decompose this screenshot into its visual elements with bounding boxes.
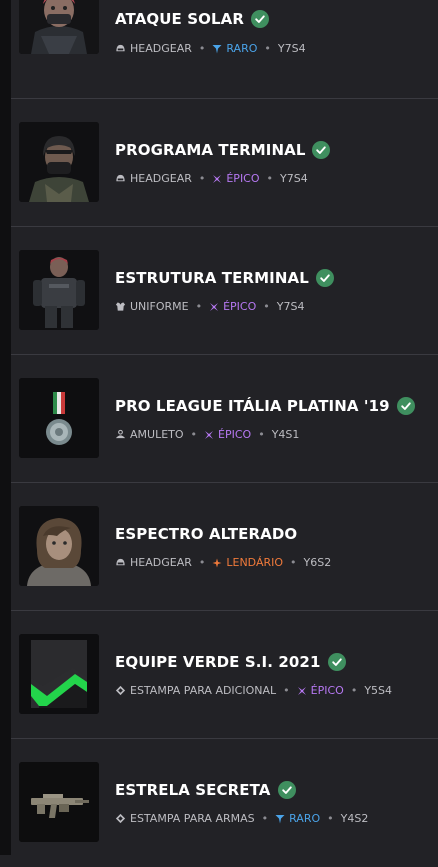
item-type: HEADGEAR xyxy=(130,172,192,185)
item-type: HEADGEAR xyxy=(130,42,192,55)
epico-icon xyxy=(210,302,219,311)
separator-dot: • xyxy=(263,300,270,313)
item-title-row: ESTRUTURA TERMINAL xyxy=(115,269,334,287)
item-type: ESTAMPA PARA ARMAS xyxy=(130,812,255,825)
list-item[interactable]: ESTRUTURA TERMINAL UNIFORME • ÉPICO • Y7… xyxy=(11,228,438,355)
item-meta: HEADGEAR • RARO • Y7S4 xyxy=(115,42,306,55)
item-meta: ESTAMPA PARA ARMAS • RARO • Y4S2 xyxy=(115,812,368,825)
separator-dot: • xyxy=(198,556,206,569)
item-rarity: ÉPICO xyxy=(310,684,344,697)
charm-icon xyxy=(115,429,126,439)
item-rarity: ÉPICO xyxy=(218,428,252,441)
owned-check-icon xyxy=(396,397,415,415)
separator-dot: • xyxy=(327,812,334,825)
item-season: Y4S2 xyxy=(340,812,369,825)
epico-icon xyxy=(205,430,214,439)
owned-check-icon xyxy=(315,269,334,287)
item-rarity: ÉPICO xyxy=(226,172,260,185)
owned-check-icon xyxy=(327,653,346,671)
item-season: Y6S2 xyxy=(303,556,332,569)
item-title: ESTRELA SECRETA xyxy=(115,781,271,799)
item-title: PRO LEAGUE ITÁLIA PLATINA '19 xyxy=(115,397,390,415)
item-rarity: LENDÁRIO xyxy=(226,556,284,569)
left-scroll-rail xyxy=(0,0,11,855)
item-title-row: PROGRAMA TERMINAL xyxy=(115,141,331,159)
owned-check-icon xyxy=(312,141,331,159)
separator-dot: • xyxy=(264,42,271,55)
item-thumbnail xyxy=(19,122,99,202)
raro-icon xyxy=(212,44,222,53)
item-meta: AMULETO • ÉPICO • Y4S1 xyxy=(115,428,299,441)
item-thumbnail xyxy=(19,250,99,330)
list-item[interactable]: ESPECTRO ALTERADO HEADGEAR • LENDÁRIO • … xyxy=(11,484,438,611)
item-thumbnail xyxy=(19,0,99,54)
epico-icon xyxy=(213,174,222,183)
item-season: Y7S4 xyxy=(277,42,306,55)
item-title: PROGRAMA TERMINAL xyxy=(115,141,306,159)
helmet-icon xyxy=(116,44,125,52)
item-title-row: ATAQUE SOLAR xyxy=(115,10,269,28)
item-thumbnail xyxy=(19,762,99,842)
item-rarity: RARO xyxy=(289,812,321,825)
item-thumbnail xyxy=(19,634,99,714)
separator-dot: • xyxy=(190,428,198,441)
item-title: ESTRUTURA TERMINAL xyxy=(115,269,309,287)
item-list: ATAQUE SOLAR HEADGEAR • RARO • Y7S4 PROG… xyxy=(11,0,438,855)
separator-dot: • xyxy=(198,42,206,55)
item-season: Y4S1 xyxy=(271,428,300,441)
owned-check-icon xyxy=(251,10,269,28)
list-item[interactable]: PROGRAMA TERMINAL HEADGEAR • ÉPICO • Y7S… xyxy=(11,100,438,227)
item-meta: HEADGEAR • LENDÁRIO • Y6S2 xyxy=(115,556,331,569)
separator-dot: • xyxy=(198,172,206,185)
list-item[interactable]: PRO LEAGUE ITÁLIA PLATINA '19 AMULETO • … xyxy=(11,356,438,483)
item-rarity: ÉPICO xyxy=(223,300,257,313)
item-title-row: ESTRELA SECRETA xyxy=(115,781,296,799)
item-season: Y5S4 xyxy=(364,684,393,697)
skin-icon xyxy=(115,813,126,824)
separator-dot: • xyxy=(258,428,265,441)
separator-dot: • xyxy=(195,300,203,313)
item-thumbnail xyxy=(19,378,99,458)
item-thumbnail xyxy=(19,506,99,586)
item-season: Y7S4 xyxy=(280,172,308,185)
item-meta: ESTAMPA PARA ADICIONAL • ÉPICO • Y5S4 xyxy=(115,684,392,697)
item-type: UNIFORME xyxy=(130,300,189,313)
separator-dot: • xyxy=(350,684,358,697)
helmet-icon xyxy=(116,174,125,182)
list-item[interactable]: ESTRELA SECRETA ESTAMPA PARA ARMAS • RAR… xyxy=(11,740,438,867)
separator-dot: • xyxy=(283,684,290,697)
item-meta: UNIFORME • ÉPICO • Y7S4 xyxy=(115,300,304,313)
item-type: HEADGEAR xyxy=(130,556,192,569)
item-title: EQUIPE VERDE S.I. 2021 xyxy=(115,653,321,671)
item-season: Y7S4 xyxy=(276,300,305,313)
item-type: ESTAMPA PARA ADICIONAL xyxy=(130,684,277,697)
item-title: ESPECTRO ALTERADO xyxy=(115,525,298,543)
item-title-row: ESPECTRO ALTERADO xyxy=(115,525,297,543)
item-rarity: RARO xyxy=(226,42,258,55)
item-title-row: EQUIPE VERDE S.I. 2021 xyxy=(115,653,346,671)
separator-dot: • xyxy=(290,556,297,569)
separator-dot: • xyxy=(261,812,269,825)
list-item[interactable]: EQUIPE VERDE S.I. 2021 ESTAMPA PARA ADIC… xyxy=(11,612,438,739)
list-item[interactable]: ATAQUE SOLAR HEADGEAR • RARO • Y7S4 xyxy=(11,0,438,99)
lendario-icon xyxy=(212,558,222,567)
separator-dot: • xyxy=(266,172,274,185)
skin-icon xyxy=(115,685,126,696)
item-meta: HEADGEAR • ÉPICO • Y7S4 xyxy=(115,172,308,185)
item-title-row: PRO LEAGUE ITÁLIA PLATINA '19 xyxy=(115,397,415,415)
helmet-icon xyxy=(116,558,125,566)
item-title: ATAQUE SOLAR xyxy=(115,10,244,28)
epico-icon xyxy=(297,686,306,695)
uniform-icon xyxy=(115,302,126,311)
owned-check-icon xyxy=(277,781,296,799)
raro-icon xyxy=(275,814,285,823)
item-type: AMULETO xyxy=(130,428,184,441)
